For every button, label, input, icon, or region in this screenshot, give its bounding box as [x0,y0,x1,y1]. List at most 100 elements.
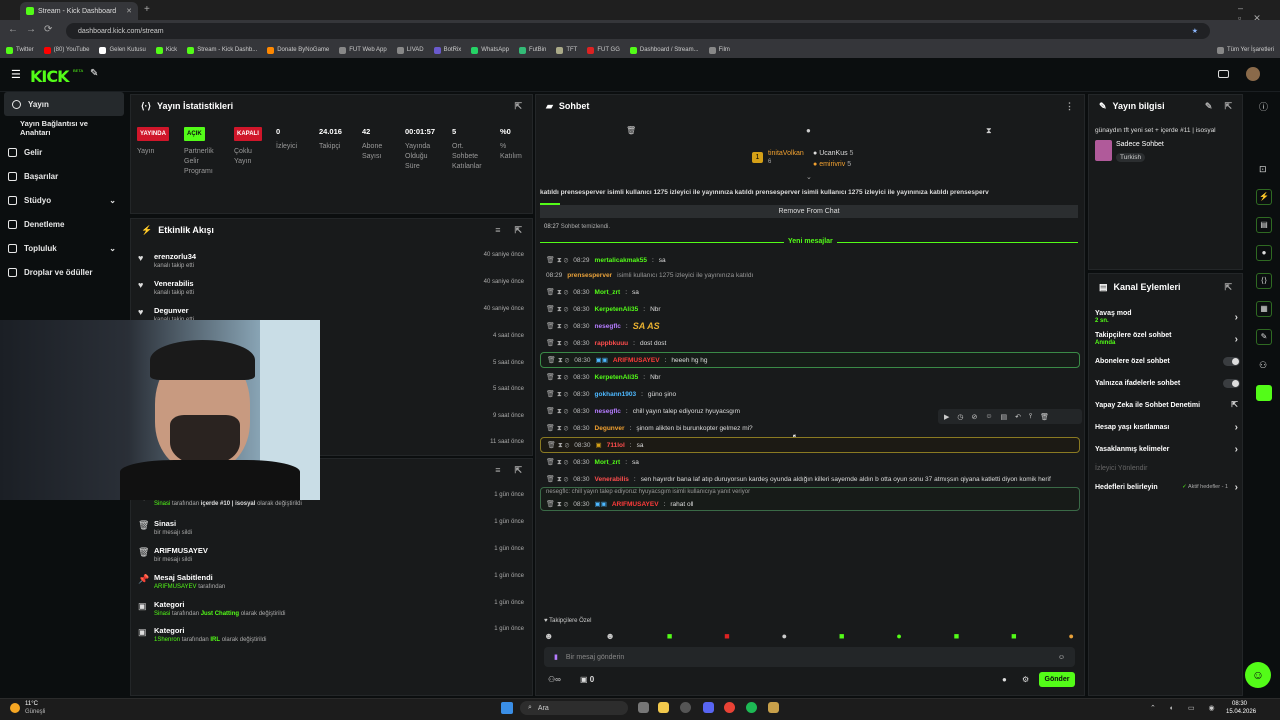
rail-doc-icon[interactable]: ▤ [1256,217,1272,233]
popout-icon[interactable]: ⇱ [514,465,522,476]
chat-message[interactable]: 🗑 ⧗ ⊘ 08:30 rappbkuuu: dost dost [540,335,1080,351]
chat-message[interactable]: 🗑 ⧗ ⊘ 08:30 Degunver: şinom alikten bi buru… [540,420,1080,436]
info-icon[interactable]: ⓘ [1259,100,1268,113]
taskbar-search[interactable]: ⌕ Ara [520,701,628,715]
browser-tab[interactable]: Stream - Kick Dashboard ✕ [20,2,138,20]
bookmark-item[interactable]: Twitter [6,46,34,54]
spotify-icon[interactable] [746,702,757,713]
filter-icon[interactable]: ≡ [495,465,500,475]
chat-input[interactable]: ▮ Bir mesaj gönderin ☺ [544,647,1075,667]
chat-message[interactable]: 🗑 ⧗ ⊘ 08:30 Mort_zrt: sa [540,284,1080,300]
emoji-icon[interactable]: ☺ [1058,654,1065,661]
url-field[interactable]: dashboard.kick.com/stream ★ [66,23,1210,39]
chat-message[interactable]: 🗑 ⧗ ⊘ 08:29 mertalicakmak55: sa [540,252,1080,268]
chat-message[interactable]: 🗑 ⧗ ⊘ 08:30 gokhann1903: güno şino [540,386,1080,402]
category-name[interactable]: Sadece Sohbet [1116,141,1164,148]
remove-from-chat-button[interactable]: Remove From Chat [540,205,1078,218]
bookmark-item[interactable]: Stream - Kick Dashb... [187,46,257,54]
bookmark-item[interactable]: Film [708,46,730,54]
chat-message[interactable]: 🗑 ⧗ ⊘ 08:30 ▣ 711lol: sa [540,437,1080,453]
sidebar-item-gelir[interactable]: Gelir [0,140,128,164]
sidebar-item-studyo[interactable]: Stüdyo ⌄ [0,188,128,212]
avatar[interactable] [1246,67,1260,81]
bookmark-star-icon[interactable]: ★ [1192,27,1198,35]
sidebar-item-denetleme[interactable]: Denetleme [0,212,128,236]
all-bookmarks[interactable]: Tüm Yer İşaretleri [1216,46,1274,54]
points-display[interactable]: ▣ 0 [580,675,594,684]
nav-arrows-icon[interactable]: ←→⟳ [8,24,60,35]
bookmark-item[interactable]: BotRix [433,46,461,54]
windows-start-icon[interactable] [501,702,513,714]
chrome-icon[interactable] [724,702,735,713]
hourglass-icon[interactable]: ⧗ [986,126,992,136]
popout-icon[interactable]: ⇱ [514,101,522,112]
rail-wrench-icon[interactable]: ✎ [1256,329,1272,345]
popout-icon[interactable]: ⇱ [1224,282,1232,293]
chat-message[interactable]: 🗑 ⧗ ⊘ 08:30 nesegflc: SA AS [540,318,1080,334]
emote-chat-row[interactable]: Yalnızca ifadelerle sohbet [1095,379,1240,388]
chat-message[interactable]: 🗑 ⧗ ⊘ 08:30 KerpetenAli35: Nbr [540,369,1080,385]
tray-icons[interactable]: ⌃ ◐ ▭ ◉ [1150,704,1221,712]
chat-settings-icon[interactable]: ● [1002,675,1007,684]
tools-icon[interactable]: ✎ [90,68,98,79]
emote-chat-toggle[interactable] [1223,379,1240,388]
bookmark-item[interactable]: FUT GG [587,46,620,54]
gifter-name[interactable]: ● UcanKus 5 [813,150,853,157]
goals-row[interactable]: Hedefleri belirleyin ✓ Aktif hedefler - 1… [1095,482,1240,493]
top-gifter-name[interactable]: tinitaVolkan [768,150,804,157]
rail-link-icon[interactable]: ⟨⟩ [1256,273,1272,289]
reply-icon[interactable]: ☺ [985,413,992,420]
sidebar-item-topluluk[interactable]: Topluluk ⌄ [0,236,128,260]
sidebar-item-stream-key[interactable]: Yayın Bağlantısı ve Anahtarı [0,116,128,140]
popout-icon[interactable]: ⇱ [514,225,522,236]
age-restriction-row[interactable]: Hesap yaşı kısıtlaması › [1095,422,1240,433]
followers-chat-row[interactable]: Takipçilere özel sohbet Anında › [1095,332,1240,346]
bookmark-item[interactable]: WhatsApp [471,46,509,54]
bookmark-item[interactable]: (80) YouTube [43,46,89,54]
rail-kick-icon[interactable] [1256,385,1272,401]
gear-icon[interactable]: ⚙ [1022,675,1029,684]
community-icon[interactable]: ⚇ [1259,360,1267,371]
mic-icon[interactable]: ▮ [554,653,558,661]
rail-server-icon[interactable]: ▦ [1256,301,1272,317]
subs-chat-toggle[interactable] [1223,357,1240,366]
popout-icon[interactable]: ⇱ [1224,101,1232,112]
sidebar-item-yayin[interactable]: Yayın [4,92,124,116]
more-options-icon[interactable]: ⋮ [1065,101,1074,112]
monitor-icon[interactable] [1218,70,1229,78]
chat-message[interactable]: 🗑 ⧗ ⊘ 08:30 Venerabilis: sen hayırdır bana … [540,471,1080,487]
file-explorer-icon[interactable] [658,702,669,713]
chat-message[interactable]: 🗑 ⧗ ⊘ 08:30 ▣▣ ARIFMUSAYEV: rahat oll [540,496,1070,512]
bookmark-item[interactable]: LIVAD [396,46,424,54]
camera-icon[interactable]: ⊡ [1259,164,1267,175]
chat-support-icon[interactable]: ☺ [1245,662,1271,688]
edit-icon[interactable]: ✎ [1205,101,1213,112]
bookmark-item[interactable]: Donate ByNoGame [267,46,329,54]
slow-mode-row[interactable]: Yavaş mod 2 sn. › [1095,310,1240,324]
gifter-name[interactable]: ● emirivriv 5 [813,161,851,168]
banned-words-row[interactable]: Yasaklanmış kelimeler › [1095,444,1240,455]
app-icon[interactable] [680,702,691,713]
bookmark-item[interactable]: Kick [155,46,177,54]
bookmark-item[interactable]: TFT [556,46,577,54]
new-tab-icon[interactable]: + [144,4,150,15]
ai-mod-row[interactable]: Yapay Zeka ile Sohbet Denetimi ⇱ [1095,400,1240,409]
tab-close-icon[interactable]: ✕ [126,7,132,15]
filter-icon[interactable]: ≡ [495,225,500,235]
emote-bar[interactable]: ☻ ☻ ■ ■ ● ■ ● ■ ■ ● [544,630,1074,642]
rail-bolt-icon[interactable]: ⚡ [1256,189,1272,205]
kick-logo[interactable]: KICK [30,67,69,86]
chat-message[interactable]: 🗑 ⧗ ⊘ 08:30 KerpetenAli35: Nbr [540,301,1080,317]
chat-message[interactable]: 🗑 ⧗ ⊘ 08:30 Mort_zrt: sa [540,454,1080,470]
sidebar-item-droplar[interactable]: Droplar ve ödüller [0,260,128,284]
send-button[interactable]: Gönder [1039,672,1075,687]
chat-bubble-icon[interactable]: ● [806,126,811,135]
subs-chat-row[interactable]: Abonelere özel sohbet [1095,357,1240,366]
bookmark-item[interactable]: Gelen Kutusu [99,46,146,54]
task-view-icon[interactable] [638,702,649,713]
rail-chat-icon[interactable]: ● [1256,245,1272,261]
discord-icon[interactable] [703,702,714,713]
sidebar-item-basarilar[interactable]: Başarılar [0,164,128,188]
bookmark-item[interactable]: FUT Web App [339,46,387,54]
chevron-down-icon[interactable]: ⌄ [806,173,812,181]
